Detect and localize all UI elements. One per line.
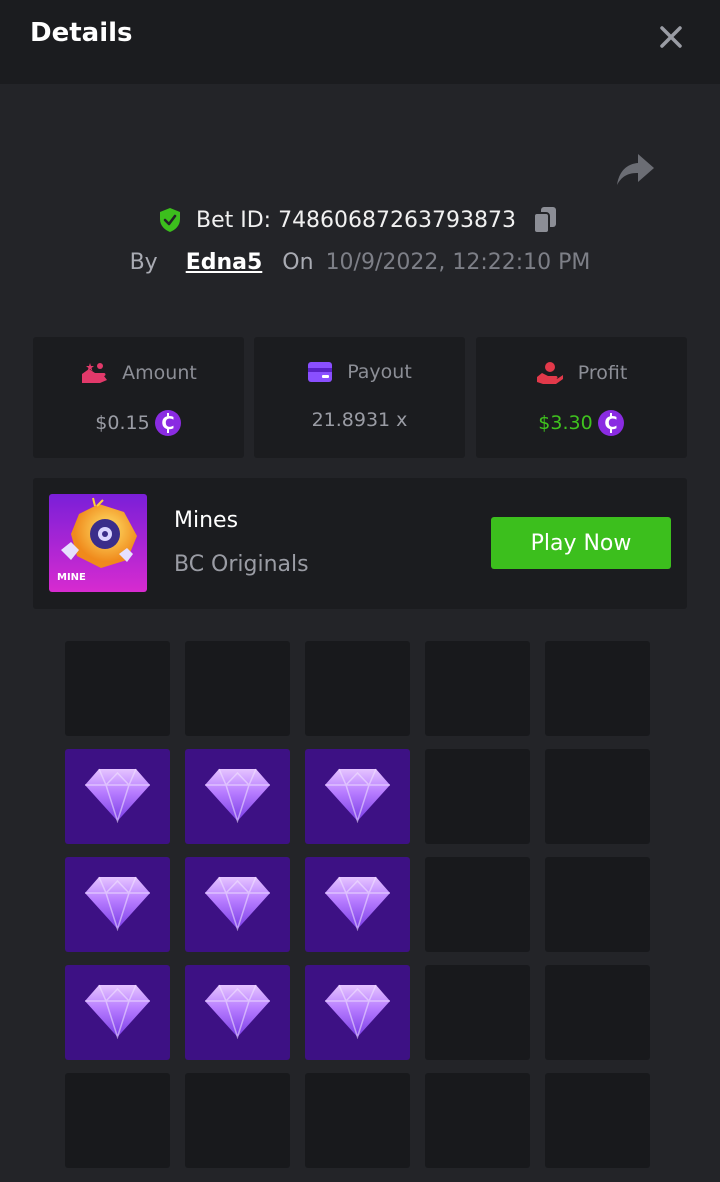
profit-label: Profit (577, 362, 628, 384)
share-button[interactable] (614, 150, 656, 190)
hidden-tile[interactable] (425, 641, 530, 736)
thumb-label: MINE (57, 572, 86, 583)
revealed-gem-tile[interactable] (305, 965, 410, 1060)
payout-label: Payout (347, 361, 412, 383)
username-link[interactable]: Edna5 (186, 250, 263, 275)
revealed-gem-tile[interactable] (305, 749, 410, 844)
hidden-tile[interactable] (185, 641, 290, 736)
revealed-gem-tile[interactable] (65, 749, 170, 844)
on-label: On (282, 249, 314, 275)
play-now-button[interactable]: Play Now (491, 517, 671, 569)
diamond-icon (325, 876, 390, 931)
game-name[interactable]: Mines (174, 508, 238, 533)
hidden-tile[interactable] (425, 965, 530, 1060)
hidden-tile[interactable] (425, 749, 530, 844)
bet-datetime: 10/9/2022, 12:22:10 PM (325, 249, 591, 275)
amount-value: $0.15 (95, 412, 150, 434)
bet-meta-row: By Edna5 On 10/9/2022, 12:22:10 PM (0, 244, 720, 280)
by-label: By (129, 249, 158, 275)
hidden-tile[interactable] (545, 1073, 650, 1168)
diamond-icon (325, 984, 390, 1039)
amount-label: Amount (122, 362, 197, 384)
hidden-tile[interactable] (425, 857, 530, 952)
revealed-gem-tile[interactable] (65, 965, 170, 1060)
close-icon[interactable] (654, 20, 688, 54)
hidden-tile[interactable] (425, 1073, 530, 1168)
diamond-icon (85, 984, 150, 1039)
diamond-icon (205, 876, 270, 931)
diamond-icon (205, 768, 270, 823)
page-title: Details (30, 18, 133, 48)
revealed-gem-tile[interactable] (305, 857, 410, 952)
payout-icon (308, 362, 333, 382)
hidden-tile[interactable] (545, 857, 650, 952)
game-card: MINE Mines BC Originals Play Now (33, 478, 687, 609)
amount-icon (82, 363, 108, 383)
share-icon[interactable] (614, 150, 656, 190)
payout-stat: Payout 21.8931 x (254, 337, 465, 458)
revealed-gem-tile[interactable] (65, 857, 170, 952)
profit-icon (536, 362, 563, 384)
close-button[interactable] (654, 20, 688, 54)
hidden-tile[interactable] (65, 641, 170, 736)
game-thumbnail[interactable]: MINE (49, 494, 147, 592)
hidden-tile[interactable] (545, 965, 650, 1060)
bet-id-row: Bet ID: 74860687263793873 (0, 202, 720, 238)
coin-icon: C (154, 410, 181, 436)
amount-stat: Amount $0.15 C (33, 337, 244, 458)
hidden-tile[interactable] (545, 749, 650, 844)
coin-icon: C (597, 410, 624, 436)
hidden-tile[interactable] (185, 1073, 290, 1168)
profit-stat: Profit $3.30 C (476, 337, 687, 458)
header: Details (0, 0, 720, 84)
diamond-icon (85, 768, 150, 823)
bet-id: Bet ID: 74860687263793873 (195, 207, 517, 233)
shield-check-icon (159, 208, 180, 232)
hidden-tile[interactable] (305, 641, 410, 736)
diamond-icon (205, 984, 270, 1039)
game-provider: BC Originals (174, 552, 309, 577)
hidden-tile[interactable] (545, 641, 650, 736)
profit-value: $3.30 (538, 412, 593, 434)
hidden-tile[interactable] (305, 1073, 410, 1168)
copy-icon[interactable] (532, 206, 558, 234)
revealed-gem-tile[interactable] (185, 965, 290, 1060)
revealed-gem-tile[interactable] (185, 749, 290, 844)
diamond-icon (325, 768, 390, 823)
hidden-tile[interactable] (65, 1073, 170, 1168)
payout-value: 21.8931 x (311, 409, 408, 431)
diamond-icon (85, 876, 150, 931)
mines-game-icon: MINE (49, 494, 147, 592)
revealed-gem-tile[interactable] (185, 857, 290, 952)
